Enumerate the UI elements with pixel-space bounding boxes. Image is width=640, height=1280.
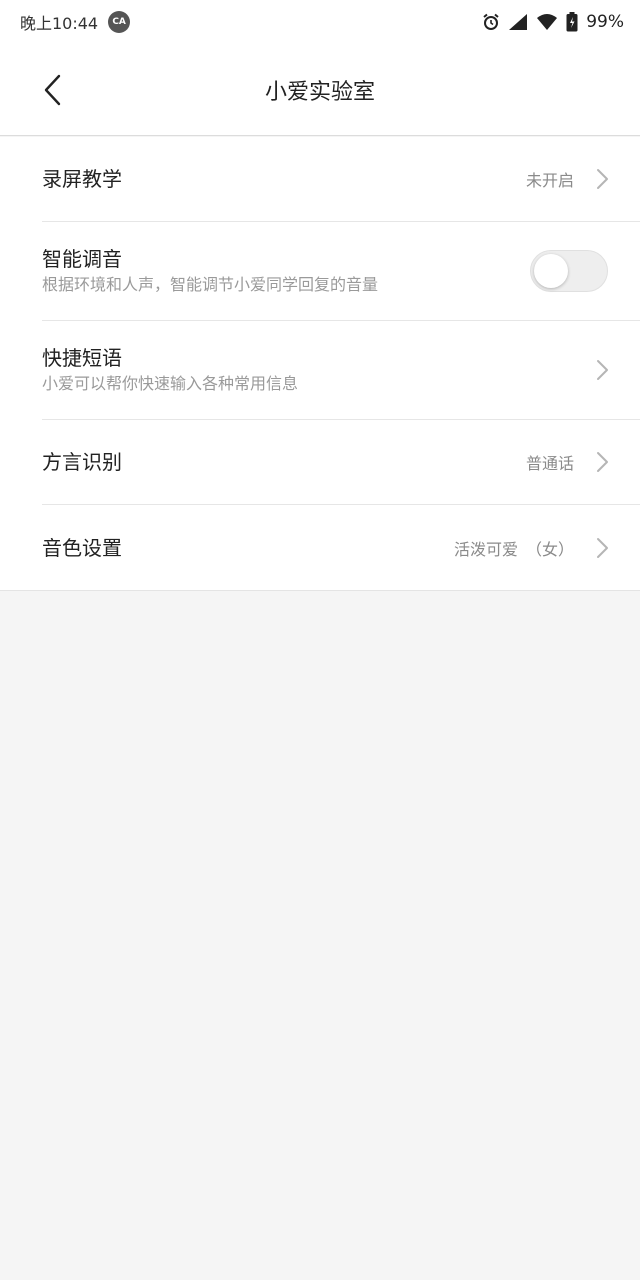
row-text: 方言识别 [42, 449, 526, 475]
row-title: 智能调音 [42, 247, 122, 271]
row-title: 方言识别 [42, 450, 122, 474]
empty-background-area [0, 591, 640, 1280]
ca-badge-icon: CA [108, 11, 131, 33]
row-value: 活泼可爱 （女） [453, 539, 574, 559]
settings-row-quick-phrases[interactable]: 快捷短语 小爱可以帮你快速输入各种常用信息 [42, 321, 640, 420]
settings-list: 录屏教学 未开启 智能调音 根据环境和人声，智能调节小爱同学回复的音量 快捷短语… [0, 137, 640, 591]
row-value: 普通话 [525, 454, 574, 473]
chevron-right-icon [597, 169, 608, 189]
row-text: 音色设置 [42, 535, 454, 561]
back-arrow-icon [44, 74, 61, 106]
app-header: 小爱实验室 [0, 44, 640, 136]
status-time: 晚上10:44 [20, 14, 99, 33]
status-right: 99% [482, 12, 624, 32]
row-subtitle: 根据环境和人声，智能调节小爱同学回复的音量 [42, 275, 379, 294]
page-title: 小爱实验室 [264, 79, 375, 105]
row-value: 未开启 [525, 171, 574, 190]
row-text: 录屏教学 [42, 166, 526, 192]
settings-row-dialect-recognition[interactable]: 方言识别 普通话 [42, 420, 640, 505]
chevron-right-icon [597, 360, 608, 380]
back-button[interactable] [36, 72, 68, 108]
row-title: 快捷短语 [42, 346, 122, 370]
status-bar: 晚上10:44 CA 99% [0, 0, 640, 44]
chevron-right-icon [597, 452, 608, 472]
smart-volume-toggle[interactable] [530, 250, 608, 292]
battery-icon [566, 12, 578, 32]
signal-icon [509, 14, 528, 30]
row-title: 录屏教学 [42, 167, 122, 191]
chevron-right-icon [597, 537, 608, 558]
toggle-knob [534, 254, 568, 288]
wifi-icon [537, 14, 558, 30]
alarm-icon [483, 13, 499, 30]
row-text: 快捷短语 小爱可以帮你快速输入各种常用信息 [42, 345, 596, 395]
row-subtitle: 小爱可以帮你快速输入各种常用信息 [42, 374, 299, 393]
battery-percentage: 99% [586, 12, 624, 32]
status-left: 晚上10:44 CA [20, 10, 131, 34]
settings-row-voice-settings[interactable]: 音色设置 活泼可爱 （女） [42, 505, 640, 590]
row-title: 音色设置 [42, 535, 122, 560]
settings-row-screen-recording-tutorial[interactable]: 录屏教学 未开启 [42, 137, 640, 222]
row-text: 智能调音 根据环境和人声，智能调节小爱同学回复的音量 [42, 246, 530, 296]
settings-row-smart-volume: 智能调音 根据环境和人声，智能调节小爱同学回复的音量 [42, 222, 640, 321]
